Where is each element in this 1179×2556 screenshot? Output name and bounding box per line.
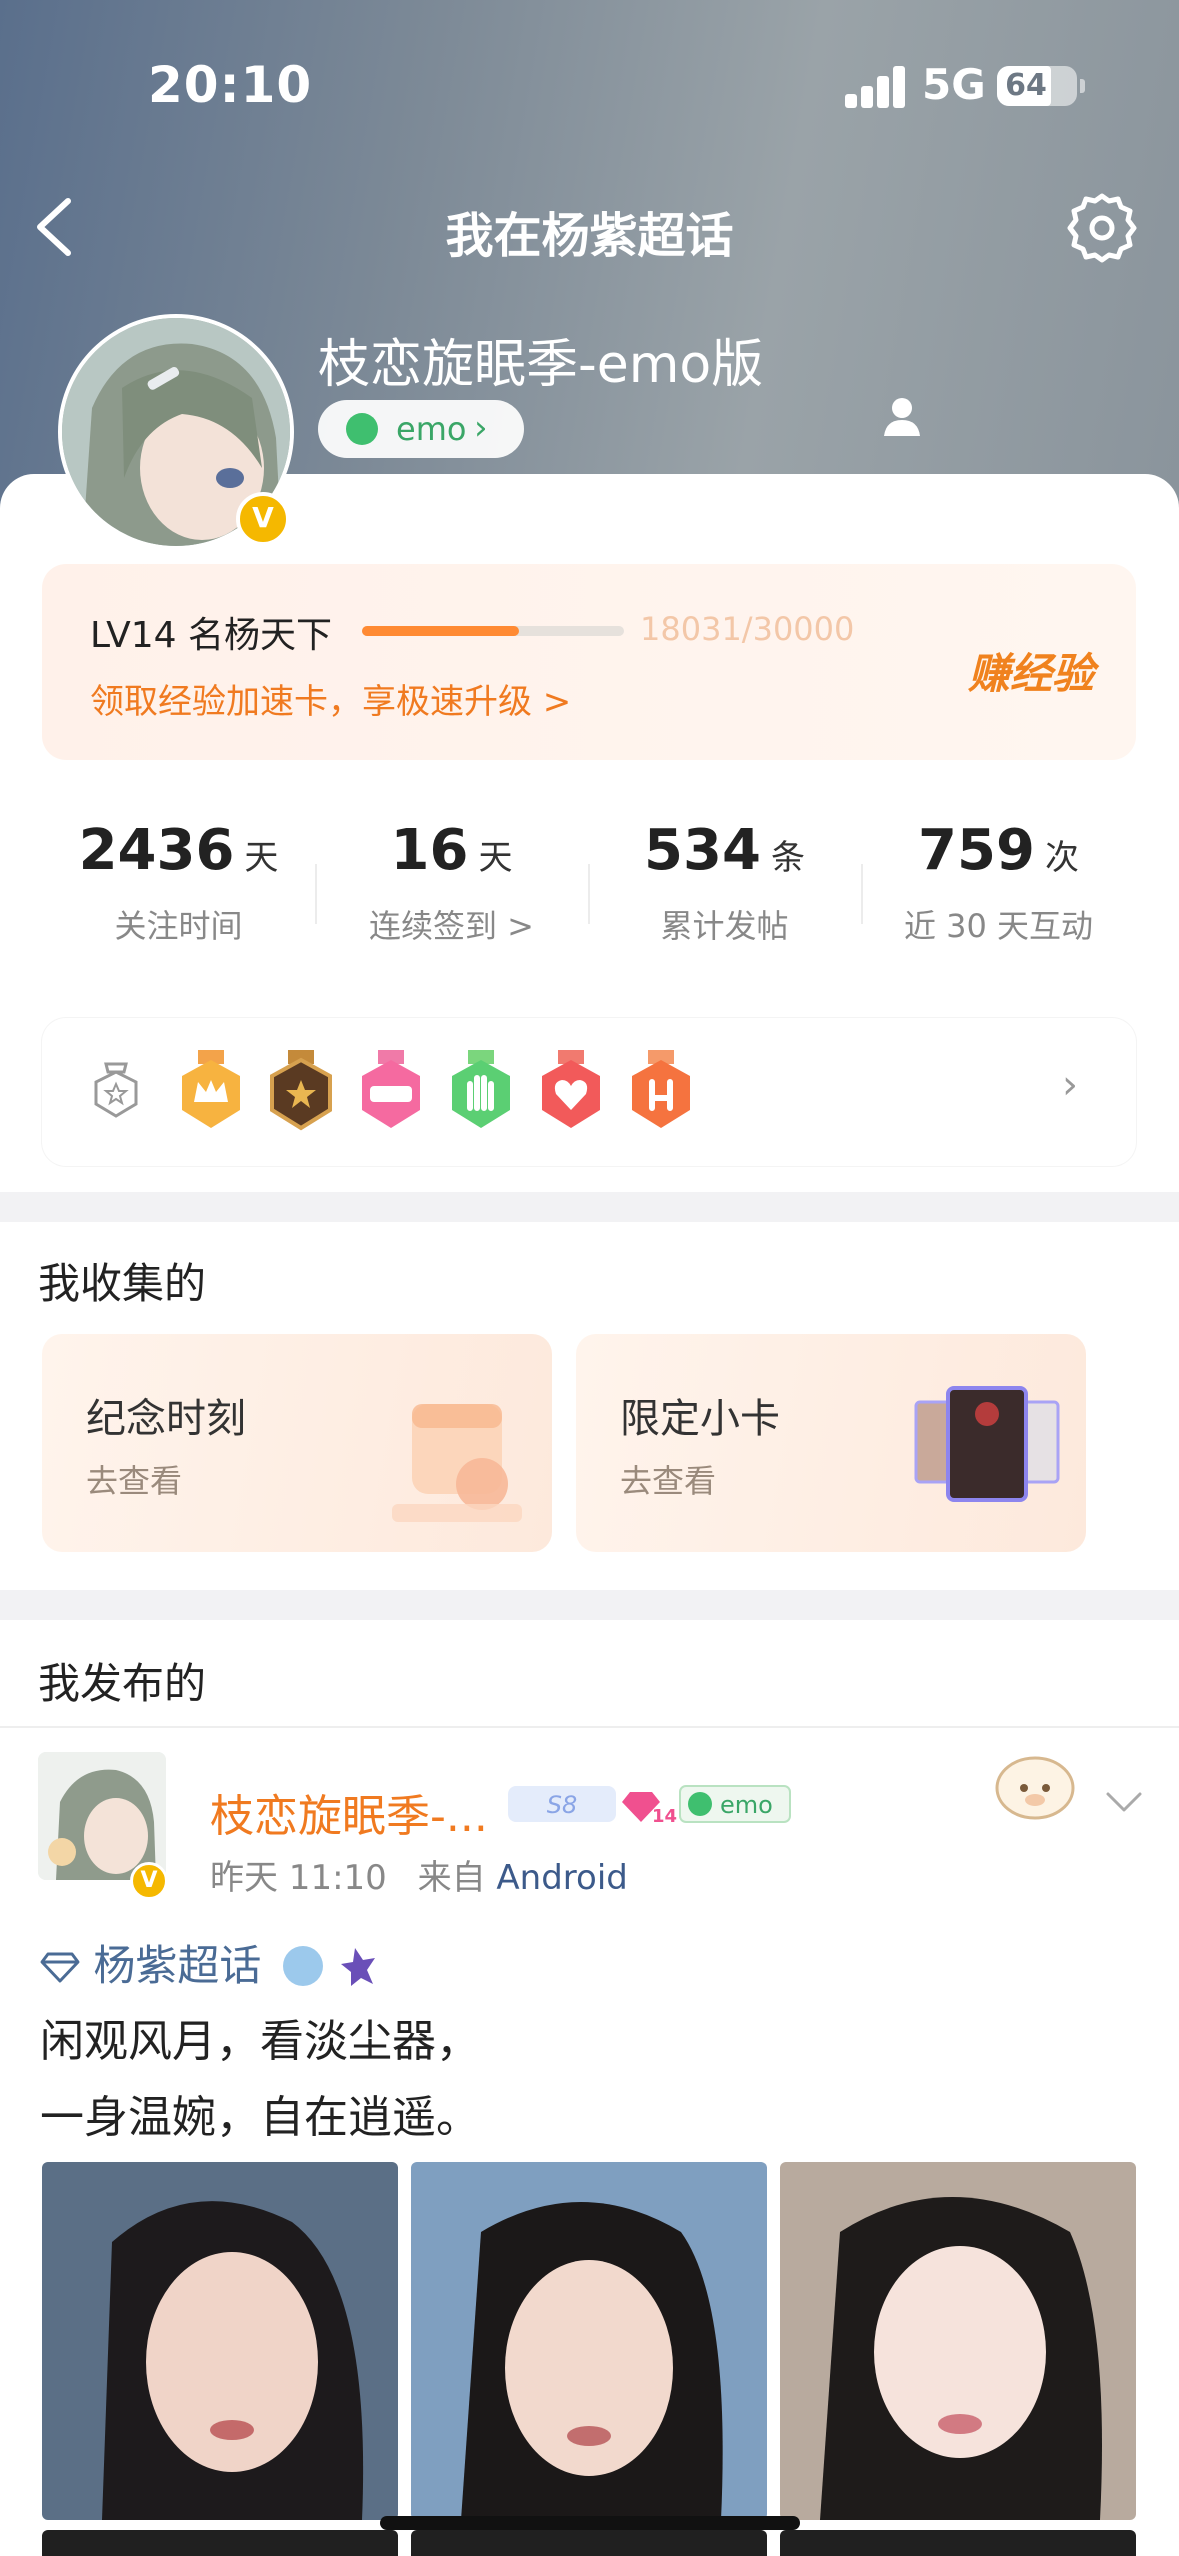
collected-section-title: 我收集的 bbox=[38, 1259, 207, 1308]
divider bbox=[0, 1726, 1179, 1728]
verified-badge-icon: V bbox=[236, 492, 290, 546]
post-line-1: 闲观风月，看淡尘器， bbox=[40, 2016, 480, 2067]
post-author-name[interactable]: 枝恋旋眠季-... bbox=[210, 1780, 488, 1844]
post-time: 昨天 11:10 bbox=[210, 1858, 387, 1898]
verified-badge-icon: V bbox=[130, 1862, 168, 1900]
post-line-2: 一身温婉，自在逍遥。 bbox=[40, 2092, 480, 2143]
collect-card-moments[interactable]: 纪念时刻 去查看 bbox=[42, 1334, 552, 1552]
post-source: Android bbox=[496, 1858, 628, 1898]
stats-panel: 2436 天 关注时间 16 天 连续签到 > 534 条 累计发帖 759 次 近 3… bbox=[42, 790, 1136, 990]
post-photo[interactable] bbox=[780, 2162, 1136, 2520]
published-section-title: 我发布的 bbox=[38, 1659, 207, 1708]
collect-card-title: 限定小卡 bbox=[620, 1396, 780, 1442]
stat-follow-time: 2436 天 关注时间 bbox=[78, 818, 279, 945]
status-time: 20:10 bbox=[148, 56, 313, 114]
mood-label: emo bbox=[396, 410, 467, 448]
network-type: 5G bbox=[922, 60, 986, 109]
battery-level: 64 bbox=[1005, 68, 1047, 103]
earn-experience-button[interactable]: 赚经验 bbox=[968, 640, 1094, 701]
photo-cards-icon bbox=[914, 1386, 1060, 1502]
chevron-right-icon: › bbox=[1062, 1062, 1078, 1108]
diamond-icon bbox=[40, 1952, 80, 1983]
stat-interactions: 759 次 近 30 天互动 bbox=[903, 818, 1094, 945]
topic-label: 杨紫超话 bbox=[93, 1941, 262, 1990]
person-icon[interactable] bbox=[880, 394, 924, 438]
sheep-sticker-icon bbox=[995, 1756, 1075, 1820]
chevron-down-icon[interactable] bbox=[1104, 1782, 1144, 1822]
medal-outline-icon bbox=[94, 1062, 138, 1118]
calendar-gift-icon bbox=[392, 1404, 522, 1522]
topic-link[interactable]: 杨紫超话 bbox=[40, 1932, 395, 1993]
gesture-medal-icon bbox=[632, 1050, 690, 1128]
collect-card-limited[interactable]: 限定小卡 去查看 bbox=[576, 1334, 1086, 1552]
svg-text:S8: S8 bbox=[547, 1791, 578, 1819]
section-divider bbox=[0, 1192, 1179, 1222]
collect-card-subtitle: 去查看 bbox=[620, 1462, 717, 1500]
topic-emoji-icon bbox=[282, 1946, 375, 1986]
post-photo[interactable] bbox=[411, 2530, 767, 2556]
post-body: 闲观风月，看淡尘器， 一身温婉，自在逍遥。 bbox=[40, 2004, 480, 2156]
stat-total-posts: 534 条 累计发帖 bbox=[644, 818, 805, 945]
crown-medal-icon bbox=[182, 1050, 240, 1128]
experience-progress-bar bbox=[362, 626, 624, 636]
mood-tag: emo bbox=[720, 1791, 773, 1819]
post-source-prefix: 来自 bbox=[417, 1858, 486, 1898]
signal-icon bbox=[845, 66, 907, 108]
post-meta: 昨天 11:10 来自 Android bbox=[210, 1850, 628, 1899]
collect-card-subtitle: 去查看 bbox=[86, 1462, 183, 1500]
stat-checkin-streak[interactable]: 16 天 连续签到 > bbox=[315, 818, 588, 947]
experience-progress-text: 18031/30000 bbox=[640, 610, 855, 648]
level-tag: 14 bbox=[652, 1806, 677, 1826]
mood-chip[interactable]: emo › bbox=[318, 400, 524, 458]
status-bar: 20:10 5G 64 bbox=[0, 0, 1179, 160]
super-medal-icon bbox=[270, 1050, 332, 1131]
post-photo[interactable] bbox=[42, 2530, 398, 2556]
collect-card-title: 纪念时刻 bbox=[86, 1396, 246, 1442]
medal-wall[interactable]: › bbox=[42, 1018, 1136, 1166]
lv14-medal-icon bbox=[362, 1050, 420, 1128]
gear-icon[interactable] bbox=[1066, 192, 1138, 264]
heart-medal-icon bbox=[542, 1050, 600, 1128]
level-title: LV14 名杨天下 bbox=[90, 615, 332, 656]
section-divider bbox=[0, 1590, 1179, 1620]
page-title: 我在杨紫超话 bbox=[445, 208, 734, 264]
home-indicator bbox=[380, 2516, 800, 2530]
speedup-promo-link[interactable]: 领取经验加速卡，享极速升级 > bbox=[90, 674, 571, 723]
post-photo[interactable] bbox=[411, 2162, 767, 2520]
post-author-tags: S8 14 emo bbox=[502, 1782, 792, 1827]
experience-card[interactable]: LV14 名杨天下 18031/30000 领取经验加速卡，享极速升级 > 赚经… bbox=[42, 564, 1136, 760]
chevron-right-icon: › bbox=[474, 408, 488, 448]
hand-medal-icon bbox=[452, 1050, 510, 1128]
username: 枝恋旋眠季-emo版 bbox=[318, 335, 764, 395]
post-photo[interactable] bbox=[42, 2162, 398, 2520]
sad-face-icon bbox=[346, 413, 378, 445]
post-photo[interactable] bbox=[780, 2530, 1136, 2556]
battery-icon: 64 bbox=[997, 66, 1085, 106]
post-author-avatar[interactable] bbox=[38, 1752, 166, 1880]
